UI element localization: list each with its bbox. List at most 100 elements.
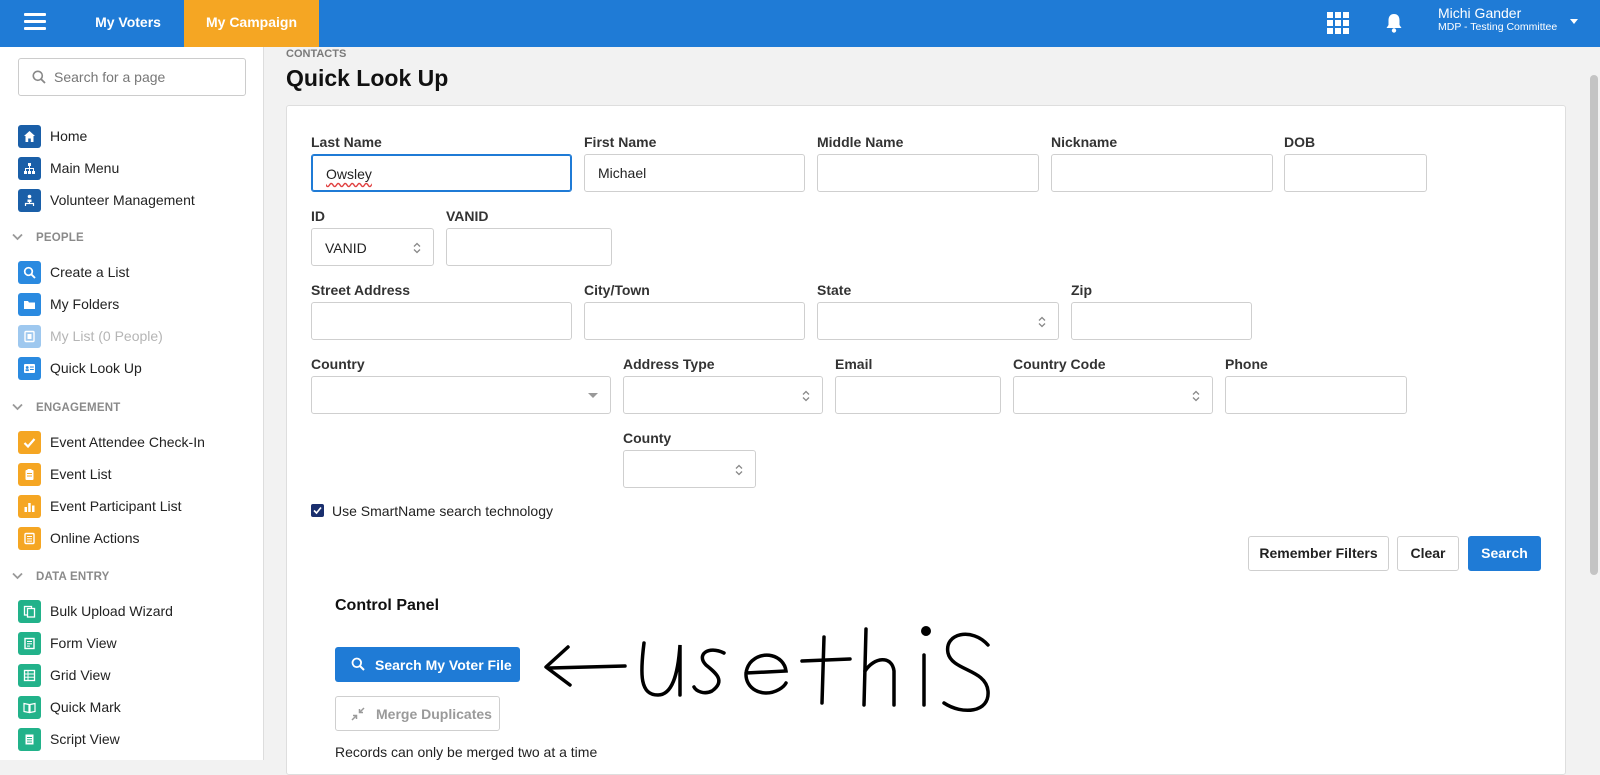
sidebar-item-main-menu[interactable]: Main Menu [18, 157, 258, 181]
search-icon [32, 70, 46, 84]
city-field[interactable] [584, 302, 805, 340]
form-view-icon [18, 632, 41, 655]
street-address-field[interactable] [311, 302, 572, 340]
email-field[interactable] [835, 376, 1001, 414]
zip-field[interactable] [1071, 302, 1252, 340]
sidebar-section-engagement[interactable]: ENGAGEMENT [12, 400, 212, 416]
sidebar-item-event-list[interactable]: Event List [18, 463, 258, 487]
user-name[interactable]: Michi Gander [1438, 5, 1521, 21]
city-label: City/Town [584, 282, 650, 298]
sidebar-section-title: DATA ENTRY [36, 571, 110, 583]
sidebar-item-label: Script View [50, 731, 120, 747]
sidebar-item-label: Create a List [50, 264, 130, 280]
chevron-down-icon [12, 572, 23, 580]
sidebar-item-label: My Folders [50, 296, 120, 312]
sidebar-item-label: Volunteer Management [50, 192, 195, 208]
phone-field[interactable] [1225, 376, 1407, 414]
sidebar-item-script-view[interactable]: Script View [18, 728, 258, 752]
chevron-down-icon [12, 403, 23, 411]
user-organization[interactable]: MDP - Testing Committee [1438, 21, 1557, 33]
last-name-field[interactable]: Owsley [311, 154, 572, 192]
org-chart-icon [18, 189, 41, 212]
sidebar-item-event-participant-list[interactable]: Event Participant List [18, 495, 258, 519]
dob-field[interactable] [1284, 154, 1427, 192]
sidebar: Home Main Menu Volunteer Management PEOP… [0, 47, 264, 760]
first-name-field[interactable] [584, 154, 805, 192]
smartname-label[interactable]: Use SmartName search technology [332, 503, 553, 519]
email-label: Email [835, 356, 873, 372]
sidebar-item-label: Grid View [50, 667, 111, 683]
search-icon [18, 261, 41, 284]
tab-my-campaign[interactable]: My Campaign [184, 0, 319, 47]
sidebar-item-quick-look-up[interactable]: Quick Look Up [18, 357, 258, 381]
sidebar-item-label: Bulk Upload Wizard [50, 603, 173, 619]
address-type-label: Address Type [623, 356, 715, 372]
chevron-down-icon[interactable] [1570, 19, 1578, 24]
sidebar-item-quick-mark[interactable]: Quick Mark [18, 696, 258, 720]
control-panel-title: Control Panel [335, 597, 440, 614]
sidebar-section-title: PEOPLE [36, 232, 84, 244]
vanid-label: VANID [446, 208, 489, 224]
address-type-select[interactable] [623, 376, 823, 414]
nickname-label: Nickname [1051, 134, 1118, 150]
sidebar-item-home[interactable]: Home [18, 125, 258, 149]
country-select[interactable] [311, 376, 611, 414]
remember-filters-button[interactable]: Remember Filters [1248, 536, 1389, 571]
sidebar-item-form-view[interactable]: Form View [18, 632, 258, 656]
county-select[interactable] [623, 450, 756, 488]
search-my-voter-file-label: Search My Voter File [375, 657, 512, 673]
country-label: Country [311, 356, 365, 372]
sidebar-search[interactable] [18, 58, 246, 96]
hamburger-icon[interactable] [24, 13, 46, 31]
sidebar-item-volunteer-management[interactable]: Volunteer Management [18, 189, 258, 213]
search-button[interactable]: Search [1468, 536, 1541, 571]
list-icon [18, 325, 41, 348]
sidebar-search-input[interactable] [54, 67, 239, 87]
sidebar-item-label: Main Menu [50, 160, 120, 176]
sidebar-item-online-actions[interactable]: Online Actions [18, 527, 258, 551]
id-type-select[interactable]: VANID [311, 228, 434, 266]
merge-duplicates-label: Merge Duplicates [376, 706, 492, 722]
sidebar-item-label: Event List [50, 466, 112, 482]
sidebar-item-create-a-list[interactable]: Create a List [18, 261, 258, 285]
page-scrollbar[interactable] [1590, 75, 1598, 575]
book-icon [18, 696, 41, 719]
sidebar-item-label: My List (0 People) [50, 328, 163, 344]
state-select[interactable] [817, 302, 1059, 340]
sidebar-item-grid-view[interactable]: Grid View [18, 664, 258, 688]
sidebar-item-label: Home [50, 128, 88, 144]
home-icon [18, 125, 41, 148]
state-label: State [817, 282, 852, 298]
last-name-label: Last Name [311, 134, 382, 150]
updown-chevron-icon [735, 464, 743, 476]
grid-icon[interactable] [1327, 12, 1349, 34]
clear-button[interactable]: Clear [1397, 536, 1459, 571]
middle-name-field[interactable] [817, 154, 1039, 192]
sidebar-item-label: Event Participant List [50, 498, 182, 514]
top-navigation-bar: My Voters My Campaign Michi Gander MDP -… [0, 0, 1600, 47]
bell-icon[interactable] [1384, 12, 1404, 34]
sidebar-item-event-attendee-check-in[interactable]: Event Attendee Check-In [18, 431, 258, 455]
search-icon [351, 657, 365, 671]
id-card-icon [18, 357, 41, 380]
sidebar-section-data-entry[interactable]: DATA ENTRY [12, 569, 212, 585]
sidebar-item-my-folders[interactable]: My Folders [18, 293, 258, 317]
sidebar-section-people[interactable]: PEOPLE [12, 230, 212, 246]
search-my-voter-file-button[interactable]: Search My Voter File [335, 647, 520, 682]
vanid-field[interactable] [446, 228, 612, 266]
nickname-field[interactable] [1051, 154, 1273, 192]
phone-label: Phone [1225, 356, 1268, 372]
updown-chevron-icon [1192, 390, 1200, 402]
grid-view-icon [18, 664, 41, 687]
id-type-label: ID [311, 208, 325, 224]
caret-down-icon [588, 393, 598, 398]
page-title: Quick Look Up [286, 65, 449, 91]
country-code-select[interactable] [1013, 376, 1213, 414]
checkmark-icon [18, 431, 41, 454]
merge-duplicates-button[interactable]: Merge Duplicates [335, 696, 500, 731]
tab-my-voters[interactable]: My Voters [74, 0, 182, 47]
sidebar-item-label: Quick Mark [50, 699, 121, 715]
smartname-checkbox[interactable] [311, 504, 324, 517]
breadcrumb[interactable]: CONTACTS [286, 48, 346, 60]
sidebar-item-bulk-upload-wizard[interactable]: Bulk Upload Wizard [18, 600, 258, 624]
